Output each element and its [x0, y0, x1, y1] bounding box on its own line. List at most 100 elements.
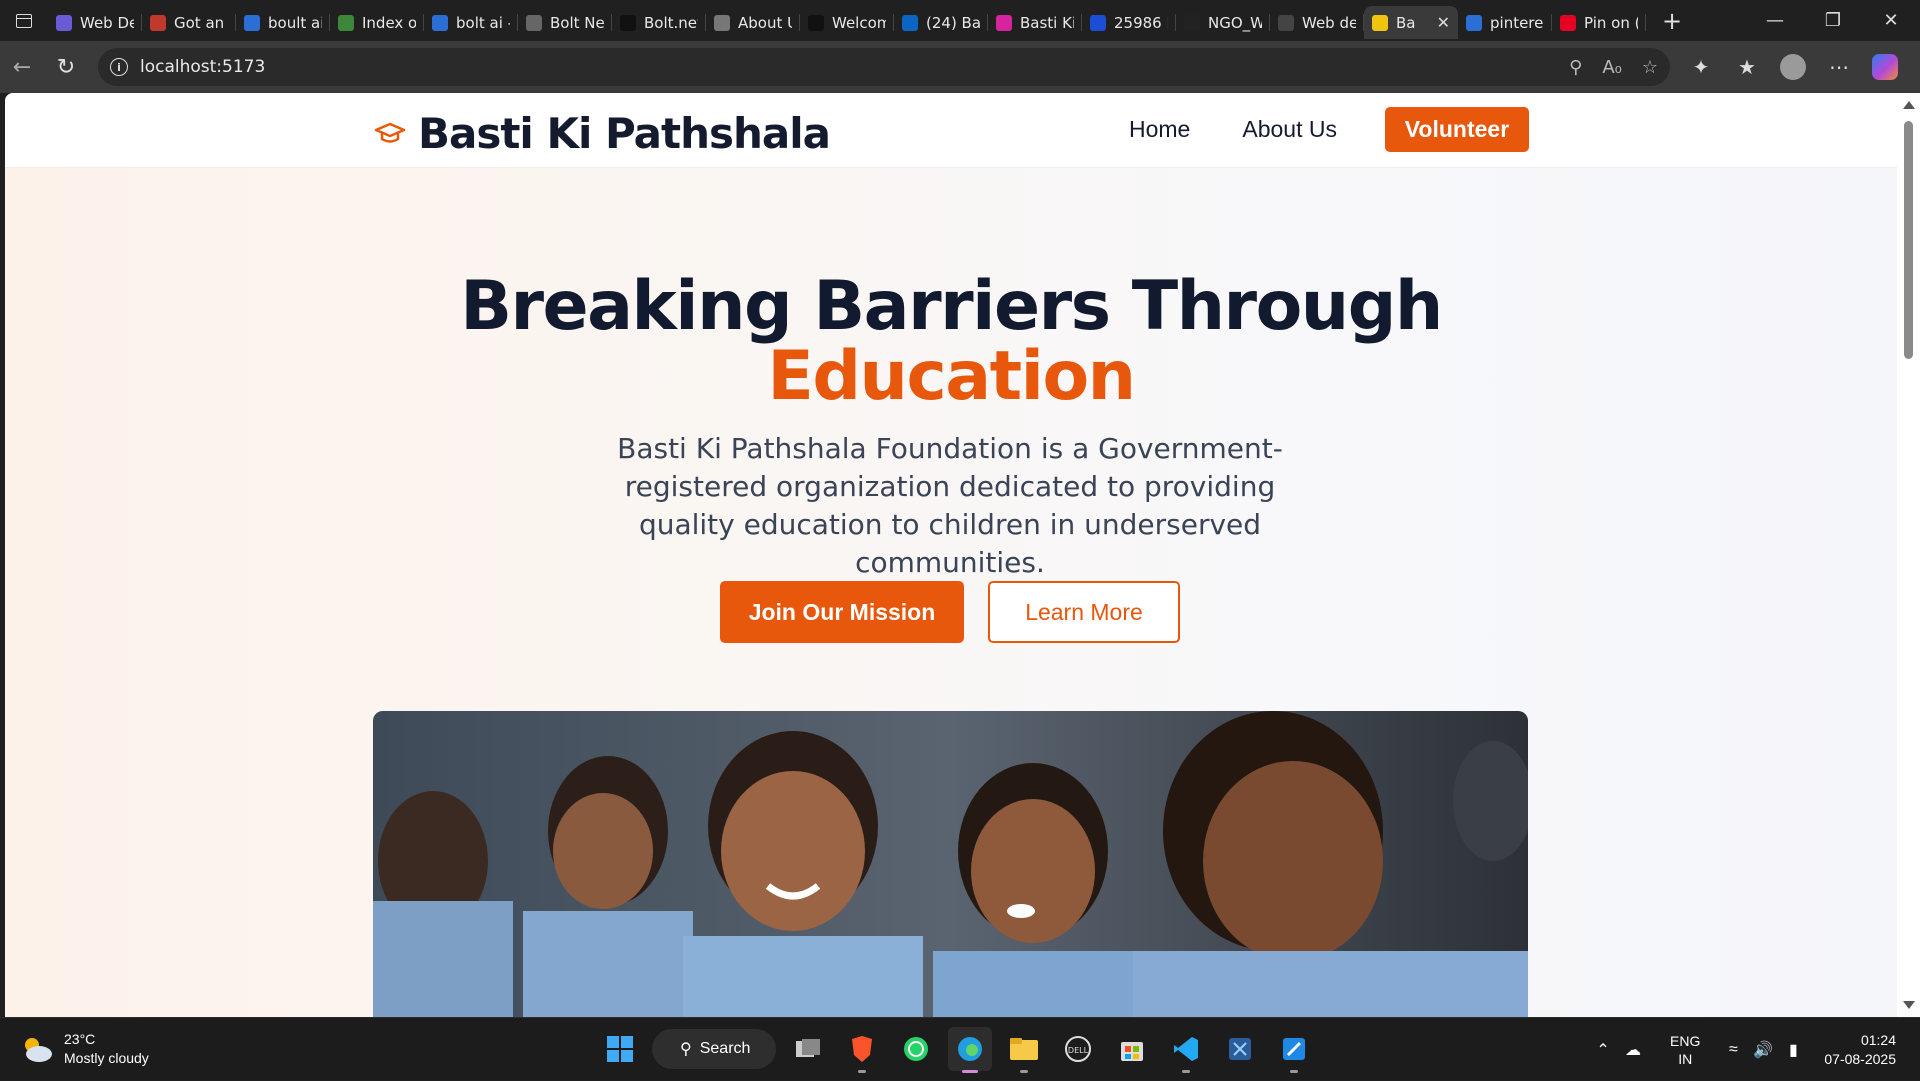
dell-app-button[interactable]: DELL — [1056, 1027, 1100, 1071]
read-aloud-icon[interactable]: A₀ — [1602, 57, 1622, 78]
hero-title-line: Breaking Barriers Through — [460, 267, 1443, 346]
avatar-icon — [1780, 54, 1806, 80]
browser-tab[interactable]: Web De — [48, 6, 142, 39]
page-viewport: Basti Ki Pathshala Home About Us Volunte… — [5, 93, 1897, 1017]
start-button[interactable] — [598, 1027, 642, 1071]
task-view-button[interactable] — [786, 1027, 830, 1071]
browser-tab[interactable]: About U — [706, 6, 800, 39]
show-hidden-icons-chevron-icon[interactable]: ⌃ — [1588, 1040, 1618, 1060]
close-tab-icon[interactable]: ✕ — [1437, 13, 1450, 32]
zoom-out-icon[interactable]: ⚲ — [1569, 57, 1582, 78]
page-scrollbar[interactable] — [1897, 93, 1920, 1017]
battery-icon[interactable]: ▮ — [1778, 1040, 1808, 1060]
new-tab-button[interactable]: + — [1654, 3, 1690, 39]
children-photo-illustration — [373, 711, 1528, 1017]
refresh-button[interactable]: ↻ — [44, 47, 88, 87]
language-indicator[interactable]: ENG IN — [1670, 1032, 1700, 1068]
cloud-sun-icon — [25, 1038, 52, 1062]
edge-browser-button[interactable] — [948, 1027, 992, 1073]
microsoft-store-button[interactable] — [1110, 1027, 1154, 1071]
whatsapp-button[interactable] — [894, 1027, 938, 1071]
volume-icon[interactable]: 🔊 — [1748, 1040, 1778, 1060]
site-header: Basti Ki Pathshala Home About Us Volunte… — [5, 93, 1897, 168]
browser-tab[interactable]: Basti Ki — [988, 6, 1082, 39]
browser-tab[interactable]: Welcom — [800, 6, 894, 39]
browser-tab[interactable]: NGO_W — [1176, 6, 1270, 39]
search-icon — [244, 14, 260, 31]
nav-home-link[interactable]: Home — [1129, 116, 1190, 143]
browser-tab[interactable]: bolt ai - — [424, 6, 518, 39]
back-button[interactable]: ← — [0, 47, 44, 87]
file-explorer-button[interactable] — [1002, 1027, 1046, 1073]
close-window-button[interactable]: ✕ — [1862, 0, 1920, 41]
restore-button[interactable]: ❐ — [1804, 0, 1862, 41]
snip-icon — [1229, 1038, 1251, 1060]
browser-tab[interactable]: Bolt Ne — [518, 6, 612, 39]
instagram-icon — [996, 14, 1012, 31]
tab-title: Web de — [1302, 13, 1356, 32]
clock-date: 07-08-2025 — [1824, 1050, 1896, 1067]
taskbar-search[interactable]: ⚲ Search — [652, 1029, 776, 1069]
site-info-icon[interactable]: i — [110, 58, 128, 76]
minimize-button[interactable]: — — [1746, 0, 1804, 41]
tab-title: NGO_W — [1208, 13, 1262, 32]
copilot-button[interactable] — [1862, 47, 1908, 87]
hero-title: Breaking Barriers Through Education — [5, 272, 1897, 412]
nav-about-link[interactable]: About Us — [1242, 116, 1337, 143]
extensions-icon[interactable]: ✦ — [1678, 47, 1724, 87]
address-url[interactable]: localhost:5173 — [140, 57, 1569, 77]
tab-title: pintere — [1490, 13, 1544, 32]
browser-tab-strip: Web De Got an boult ai Index o bolt ai - Bolt… — [0, 0, 1920, 41]
vscode-button[interactable] — [1164, 1027, 1208, 1073]
scroll-up-arrow-icon[interactable] — [1903, 101, 1915, 109]
scroll-thumb[interactable] — [1904, 121, 1913, 359]
copilot-icon — [1872, 54, 1898, 80]
sidebar-icon — [16, 13, 32, 28]
system-tray: ⌃ ☁ ENG IN ≈ 🔊 ▮ 01:24 07-08-2025 — [1588, 1018, 1920, 1081]
profile-button[interactable] — [1770, 47, 1816, 87]
browser-tab[interactable]: Web de — [1270, 6, 1364, 39]
wifi-icon[interactable]: ≈ — [1718, 1041, 1748, 1059]
node-icon — [338, 14, 354, 31]
browser-tab[interactable]: Index o — [330, 6, 424, 39]
tab-title: 25986 I — [1114, 13, 1168, 32]
tab-title: (24) Bas — [926, 13, 980, 32]
hero-photo — [373, 711, 1528, 1017]
favorites-icon[interactable]: ★ — [1724, 47, 1770, 87]
brave-browser-button[interactable] — [840, 1027, 884, 1073]
site-icon — [1372, 14, 1388, 31]
browser-tab[interactable]: Got an — [142, 6, 236, 39]
graduation-cap-icon — [374, 122, 406, 143]
learn-more-button[interactable]: Learn More — [988, 581, 1180, 643]
scroll-down-arrow-icon[interactable] — [1903, 1001, 1915, 1009]
edge-icon — [958, 1037, 982, 1061]
onedrive-icon[interactable]: ☁ — [1618, 1040, 1648, 1060]
photos-app-button[interactable] — [1272, 1027, 1316, 1073]
hero-title-accent: Education — [767, 337, 1136, 416]
browser-tab[interactable]: boult ai — [236, 6, 330, 39]
tab-title: Ba — [1396, 13, 1416, 32]
tab-list: Web De Got an boult ai Index o bolt ai - Bolt… — [48, 0, 1646, 41]
browser-tab[interactable]: Bolt.nev — [612, 6, 706, 39]
browser-tab[interactable]: 25986 I — [1082, 6, 1176, 39]
weather-widget[interactable]: 23°C Mostly cloudy — [20, 1030, 149, 1068]
volunteer-button[interactable]: Volunteer — [1384, 107, 1529, 152]
more-options-icon[interactable]: ⋯ — [1816, 47, 1862, 87]
pinterest-icon — [1560, 14, 1576, 31]
brand-name: Basti Ki Pathshala — [418, 109, 831, 158]
tab-actions-button[interactable] — [0, 0, 48, 41]
browser-tab[interactable]: pintere — [1458, 6, 1552, 39]
browser-tab[interactable]: Pin on ( — [1552, 6, 1646, 39]
linkedin-icon — [902, 14, 918, 31]
clock[interactable]: 01:24 07-08-2025 — [1824, 1031, 1896, 1069]
favorite-star-icon[interactable]: ☆ — [1642, 57, 1658, 78]
browser-tab[interactable]: (24) Bas — [894, 6, 988, 39]
search-icon — [432, 14, 448, 31]
brand-logo-link[interactable]: Basti Ki Pathshala — [374, 109, 831, 158]
browser-tab[interactable]: Ba ✕ — [1364, 6, 1458, 39]
store-bag-icon — [1121, 1042, 1143, 1061]
snipping-tool-button[interactable] — [1218, 1027, 1262, 1071]
address-bar[interactable]: i localhost:5173 ⚲ A₀ ☆ — [98, 48, 1670, 86]
weather-temp: 23°C — [64, 1031, 96, 1047]
join-mission-button[interactable]: Join Our Mission — [720, 581, 964, 643]
